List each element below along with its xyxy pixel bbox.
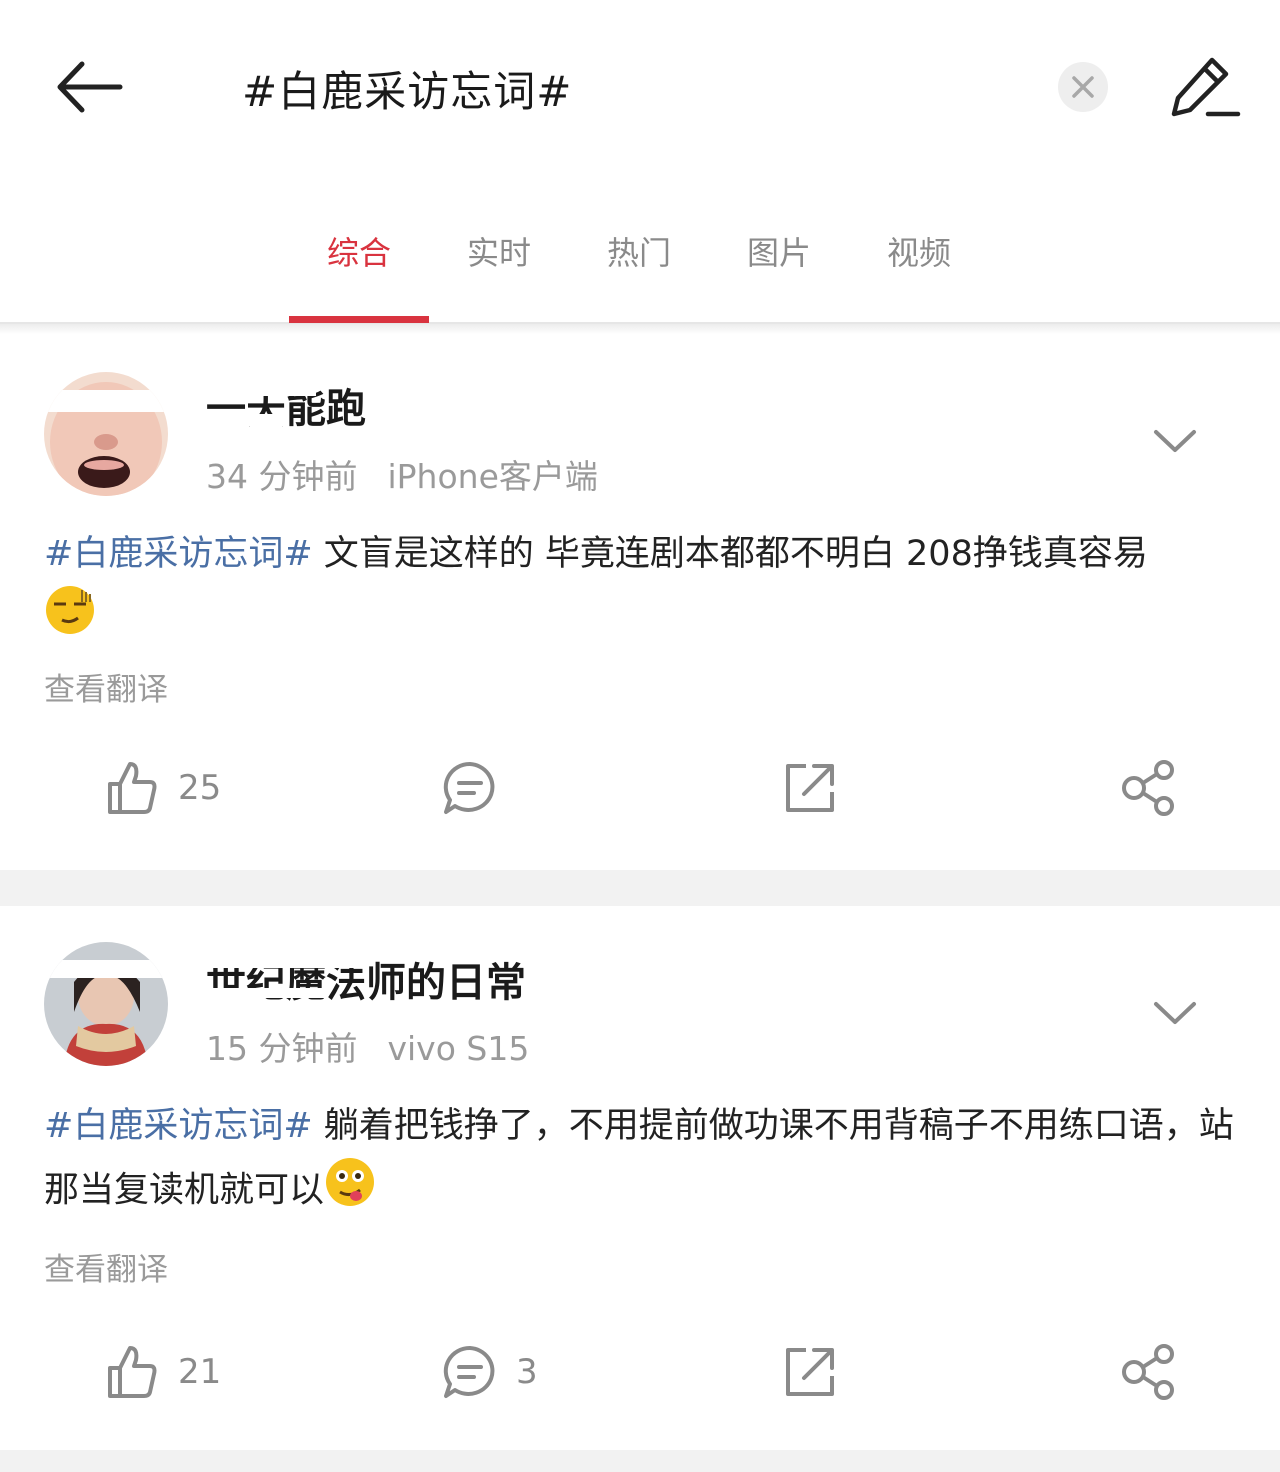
tab-realtime[interactable]: 实时 <box>429 228 569 274</box>
username-redaction <box>206 378 316 396</box>
post-text: #白鹿采访忘词# 躺着把钱挣了，不用提前做功课不用背稿子不用练口语，站那当复读机… <box>44 1096 1240 1227</box>
hashtag-link[interactable]: #白鹿采访忘词# <box>44 1106 313 1146</box>
comment-button[interactable] <box>442 760 498 816</box>
tab-bar-shadow <box>0 324 1280 334</box>
smirk-emoji-icon <box>44 584 96 655</box>
tab-bar: 综合 实时 热门 图片 视频 <box>0 180 1280 324</box>
comment-button[interactable]: 3 <box>442 1344 538 1400</box>
active-tab-indicator <box>289 316 429 323</box>
hashtag-link[interactable]: #白鹿采访忘词# <box>44 534 313 574</box>
username-redaction <box>206 952 356 968</box>
username-redaction <box>206 988 326 998</box>
repost-icon <box>786 764 834 812</box>
repost-icon <box>786 1348 834 1396</box>
post-meta: 15 分钟前 vivo S15 <box>206 1022 529 1070</box>
edit-pen-icon[interactable] <box>1168 52 1244 122</box>
like-button[interactable]: 21 <box>104 1344 221 1400</box>
avatar[interactable] <box>44 372 168 496</box>
repost-button[interactable] <box>782 760 838 816</box>
chevron-down-icon[interactable] <box>1150 422 1200 462</box>
share-icon <box>1122 1344 1174 1400</box>
post-divider <box>0 870 1280 906</box>
post-text: #白鹿采访忘词# 文盲是这样的 毕竟连剧本都都不明白 208挣钱真容易 <box>44 524 1240 655</box>
avatar[interactable] <box>44 942 168 1066</box>
tab-videos[interactable]: 视频 <box>849 228 989 274</box>
tab-images[interactable]: 图片 <box>709 228 849 274</box>
share-button[interactable] <box>1120 1344 1178 1400</box>
top-bar: #白鹿采访忘词# <box>0 0 1280 180</box>
thumbs-up-icon <box>108 1346 157 1398</box>
post-card: 一天能跑 34 分钟前 iPhone客户端 #白鹿采访忘词# 文盲是这样的 毕竟连… <box>0 334 1280 870</box>
post-time: 15 分钟前 <box>206 1029 358 1068</box>
clear-search-button[interactable] <box>1058 62 1108 112</box>
post-time: 34 分钟前 <box>206 457 358 496</box>
comment-icon <box>443 761 495 814</box>
close-icon <box>1072 76 1094 98</box>
tab-comprehensive[interactable]: 综合 <box>289 228 429 274</box>
comment-icon <box>443 1345 495 1398</box>
post-divider <box>0 1450 1280 1472</box>
post-device: vivo S15 <box>387 1029 530 1068</box>
search-title[interactable]: #白鹿采访忘词# <box>242 58 572 119</box>
view-translation-link[interactable]: 查看翻译 <box>44 664 168 709</box>
post-meta: 34 分钟前 iPhone客户端 <box>206 450 598 498</box>
tongue-emoji-icon <box>324 1156 376 1227</box>
comment-count: 3 <box>516 1352 538 1392</box>
share-button[interactable] <box>1120 760 1178 816</box>
repost-button[interactable] <box>782 1344 838 1400</box>
like-count: 21 <box>178 1352 222 1392</box>
username-redaction <box>206 414 286 426</box>
post-body: 文盲是这样的 毕竟连剧本都都不明白 208挣钱真容易 <box>312 534 1148 574</box>
tab-hot[interactable]: 热门 <box>569 228 709 274</box>
view-translation-link[interactable]: 查看翻译 <box>44 1244 168 1289</box>
like-button[interactable]: 25 <box>104 760 221 816</box>
share-icon <box>1122 760 1174 816</box>
post-card: 世纪魔法师的日常 15 分钟前 vivo S15 #白鹿采访忘词# 躺着把钱挣了，… <box>0 906 1280 1450</box>
chevron-down-icon[interactable] <box>1150 994 1200 1034</box>
post-device: iPhone客户端 <box>387 457 598 496</box>
thumbs-up-icon <box>108 762 157 814</box>
back-arrow-icon[interactable] <box>50 52 130 122</box>
like-count: 25 <box>178 768 222 808</box>
